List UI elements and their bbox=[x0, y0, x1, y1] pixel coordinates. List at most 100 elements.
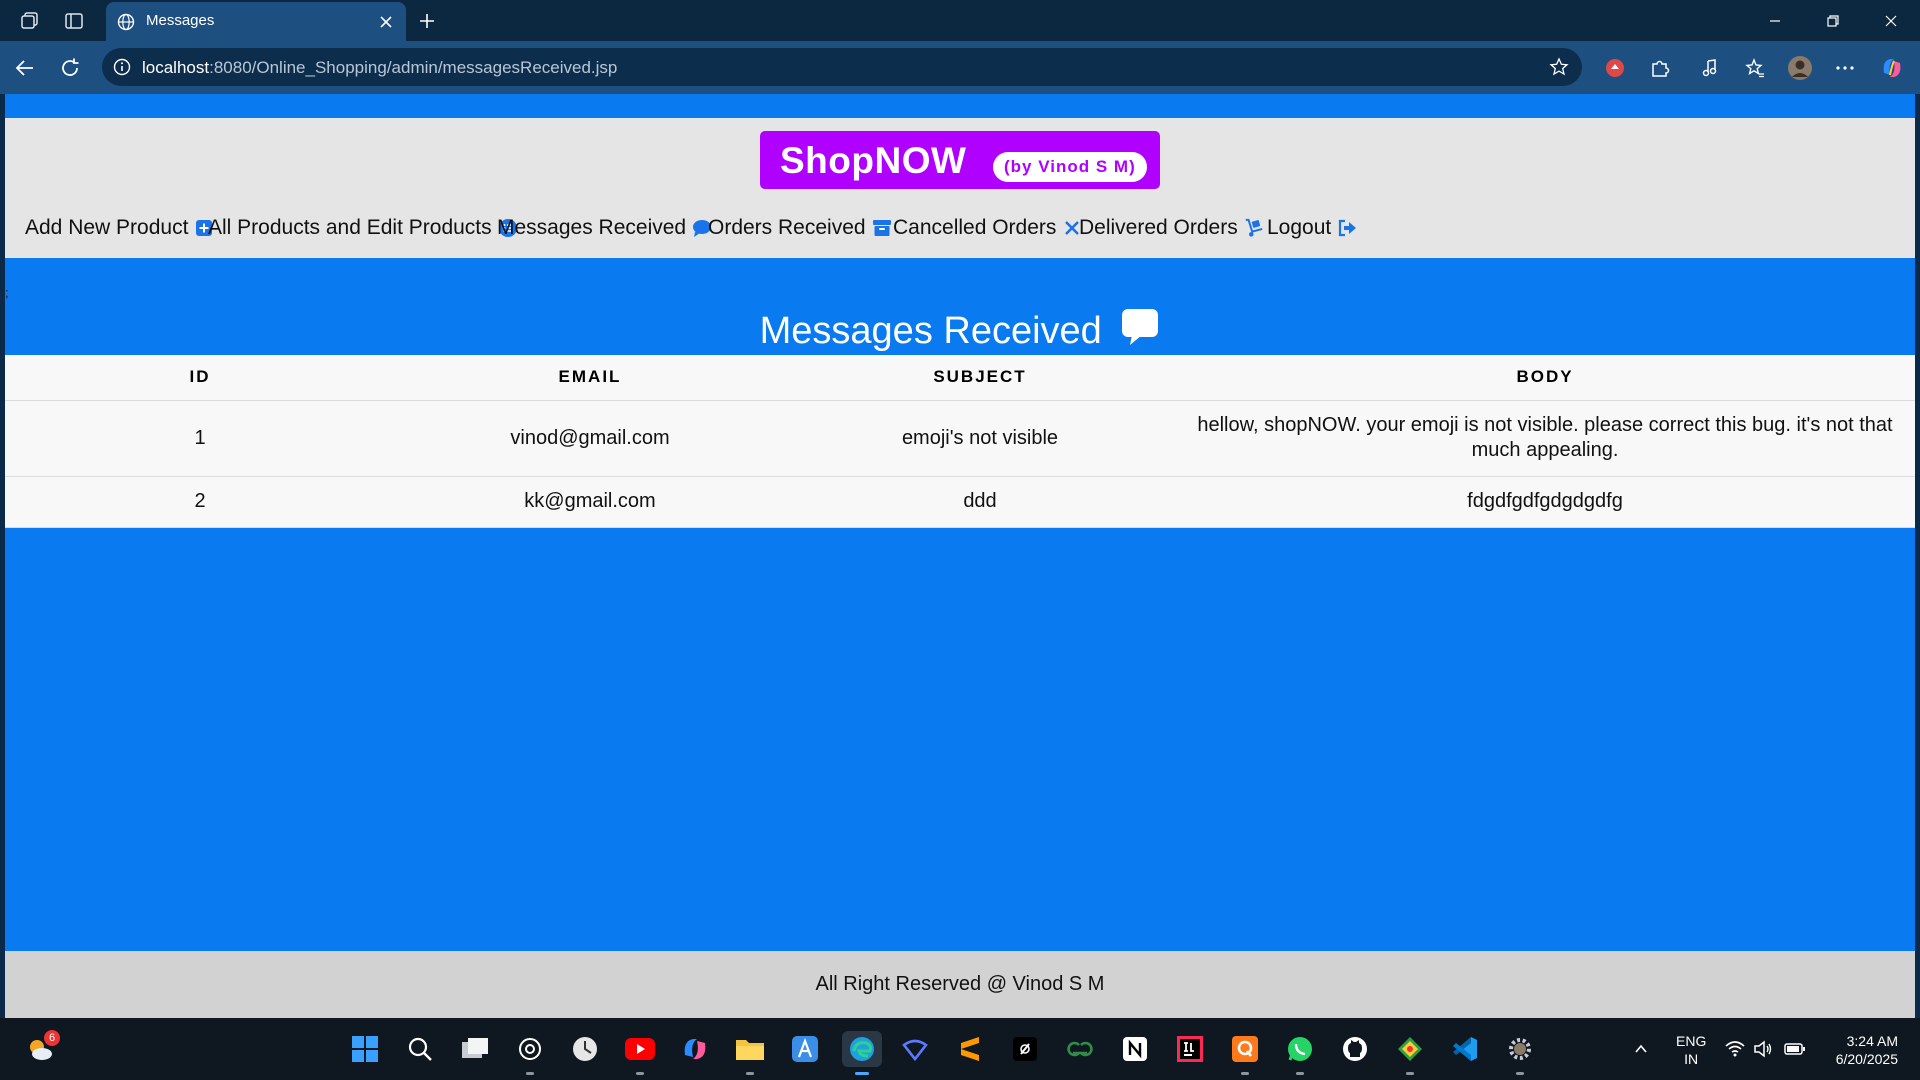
restore-icon[interactable] bbox=[1818, 8, 1848, 34]
active-indicator bbox=[855, 1072, 869, 1075]
browser-toolbar: localhost:8080/Online_Shopping/admin/mes… bbox=[0, 41, 1920, 94]
site-header: ShopNOW (by Vinod S M) Add New Product A… bbox=[5, 118, 1915, 258]
footer-text: All Right Reserved @ Vinod S M bbox=[815, 973, 1105, 995]
task-view-icon[interactable] bbox=[457, 1031, 493, 1067]
edge-browser-icon[interactable] bbox=[842, 1031, 882, 1075]
workspaces-icon[interactable] bbox=[18, 9, 42, 33]
q-app-icon[interactable] bbox=[1227, 1031, 1263, 1075]
cell-id: 2 bbox=[5, 476, 395, 528]
extensions-puzzle-icon[interactable] bbox=[1645, 53, 1675, 83]
globe-icon bbox=[114, 10, 138, 34]
intellij-icon[interactable] bbox=[1172, 1031, 1208, 1067]
nav-label: Cancelled Orders bbox=[893, 216, 1057, 239]
message-bubble-icon bbox=[1120, 307, 1160, 347]
running-indicator bbox=[636, 1072, 644, 1075]
notion-icon[interactable] bbox=[1117, 1031, 1153, 1067]
back-icon[interactable] bbox=[10, 53, 40, 83]
logo-subtitle: (by Vinod S M) bbox=[993, 152, 1147, 182]
favorites-icon[interactable] bbox=[1740, 53, 1770, 83]
url-path: :8080/Online_Shopping/admin/messagesRece… bbox=[209, 58, 618, 77]
nav-messages-received[interactable]: Messages Received bbox=[497, 210, 712, 246]
cell-email: vinod@gmail.com bbox=[395, 400, 785, 477]
chatgpt-icon[interactable] bbox=[512, 1031, 548, 1075]
sign-out-icon bbox=[1337, 218, 1357, 238]
youtube-icon[interactable] bbox=[622, 1031, 658, 1075]
new-tab-icon[interactable] bbox=[415, 9, 439, 33]
address-bar[interactable]: localhost:8080/Online_Shopping/admin/mes… bbox=[102, 48, 1582, 86]
running-indicator bbox=[1296, 1072, 1304, 1075]
page-title: Messages Received bbox=[759, 310, 1102, 352]
wifi-icon[interactable] bbox=[1724, 1038, 1746, 1060]
clock-time: 3:24 AM bbox=[1846, 1033, 1898, 1049]
clock-app-icon[interactable] bbox=[567, 1031, 603, 1067]
app-store-a-icon[interactable] bbox=[787, 1031, 823, 1067]
vertical-tabs-icon[interactable] bbox=[62, 9, 86, 33]
minimize-icon[interactable] bbox=[1760, 8, 1790, 34]
vpn-app-icon[interactable] bbox=[897, 1031, 933, 1067]
sublime-text-icon[interactable] bbox=[952, 1031, 988, 1067]
messages-table: ID EMAIL SUBJECT BODY 1 vinod@gmail.com … bbox=[5, 355, 1915, 528]
input-language[interactable]: ENG IN bbox=[1676, 1032, 1706, 1068]
vscode-icon[interactable] bbox=[1447, 1031, 1483, 1067]
more-options-icon[interactable] bbox=[1830, 53, 1860, 83]
nav-label: Messages Received bbox=[497, 216, 687, 239]
copilot-icon[interactable] bbox=[1877, 53, 1907, 83]
running-indicator bbox=[746, 1072, 754, 1075]
active-tab[interactable]: Messages bbox=[106, 2, 406, 42]
table-row: 1 vinod@gmail.com emoji's not visible he… bbox=[5, 400, 1915, 477]
windows-start-icon[interactable] bbox=[347, 1031, 383, 1067]
nav-cancelled-orders[interactable]: Cancelled Orders bbox=[893, 210, 1082, 246]
cell-id: 1 bbox=[5, 400, 395, 477]
nav-label: Add New Product bbox=[25, 216, 189, 239]
dolly-icon bbox=[1244, 218, 1264, 238]
col-header-subject: SUBJECT bbox=[785, 355, 1175, 401]
settings-gear-icon[interactable] bbox=[1502, 1031, 1538, 1075]
table-row: 2 kk@gmail.com ddd fdgdfgdfgdgdgdfg bbox=[5, 476, 1915, 528]
close-tab-icon[interactable] bbox=[374, 10, 398, 34]
search-icon[interactable] bbox=[402, 1031, 438, 1067]
profile-avatar-icon[interactable] bbox=[1785, 53, 1815, 83]
page-viewport: ShopNOW (by Vinod S M) Add New Product A… bbox=[5, 94, 1915, 1018]
nav-delivered-orders[interactable]: Delivered Orders bbox=[1079, 210, 1264, 246]
stray-semicolon: ; bbox=[5, 285, 9, 300]
url-host: localhost bbox=[142, 58, 210, 77]
nav-label: Delivered Orders bbox=[1079, 216, 1238, 239]
running-indicator bbox=[1516, 1072, 1524, 1075]
cell-email: kk@gmail.com bbox=[395, 476, 785, 528]
windows-taskbar: 6 ENG IN 3:24 AM 6/20/2025 bbox=[0, 1018, 1920, 1080]
page-heading: Messages Received bbox=[5, 307, 1915, 357]
close-window-icon[interactable] bbox=[1876, 8, 1906, 34]
cell-subject: ddd bbox=[785, 476, 1175, 528]
nav-orders-received[interactable]: Orders Received bbox=[708, 210, 892, 246]
url-text: localhost:8080/Online_Shopping/admin/mes… bbox=[142, 58, 617, 78]
logo-title: ShopNOW bbox=[780, 140, 967, 181]
table-header-row: ID EMAIL SUBJECT BODY bbox=[5, 355, 1915, 401]
chevron-up-icon[interactable] bbox=[1630, 1038, 1652, 1060]
geeksforgeeks-icon[interactable] bbox=[1062, 1031, 1098, 1067]
site-info-icon[interactable] bbox=[112, 57, 132, 77]
nav-logout[interactable]: Logout bbox=[1267, 210, 1357, 246]
site-logo[interactable]: ShopNOW (by Vinod S M) bbox=[760, 131, 1160, 189]
col-header-email: EMAIL bbox=[395, 355, 785, 401]
volume-icon[interactable] bbox=[1752, 1038, 1774, 1060]
copilot-app-icon[interactable] bbox=[677, 1031, 713, 1067]
refresh-icon[interactable] bbox=[55, 53, 85, 83]
cell-subject: emoji's not visible bbox=[785, 400, 1175, 477]
file-explorer-icon[interactable] bbox=[732, 1031, 768, 1075]
cursor-app-icon[interactable] bbox=[1007, 1031, 1043, 1067]
extension-red-icon[interactable] bbox=[1600, 53, 1630, 83]
running-indicator bbox=[1241, 1072, 1249, 1075]
nav-all-products[interactable]: All Products and Edit Products bbox=[208, 210, 518, 246]
git-kraken-icon[interactable] bbox=[1392, 1031, 1428, 1075]
system-clock[interactable]: 3:24 AM 6/20/2025 bbox=[1818, 1032, 1898, 1068]
weather-badge: 6 bbox=[44, 1030, 60, 1046]
media-control-icon[interactable] bbox=[1695, 53, 1725, 83]
running-indicator bbox=[1406, 1072, 1414, 1075]
favorite-star-icon[interactable] bbox=[1548, 56, 1570, 78]
cell-body: fdgdfgdfgdgdgdfg bbox=[1175, 476, 1915, 528]
nav-add-new-product[interactable]: Add New Product bbox=[25, 210, 214, 246]
clock-date: 6/20/2025 bbox=[1835, 1051, 1898, 1067]
github-icon[interactable] bbox=[1337, 1031, 1373, 1067]
whatsapp-icon[interactable] bbox=[1282, 1031, 1318, 1075]
battery-icon[interactable] bbox=[1784, 1038, 1806, 1060]
